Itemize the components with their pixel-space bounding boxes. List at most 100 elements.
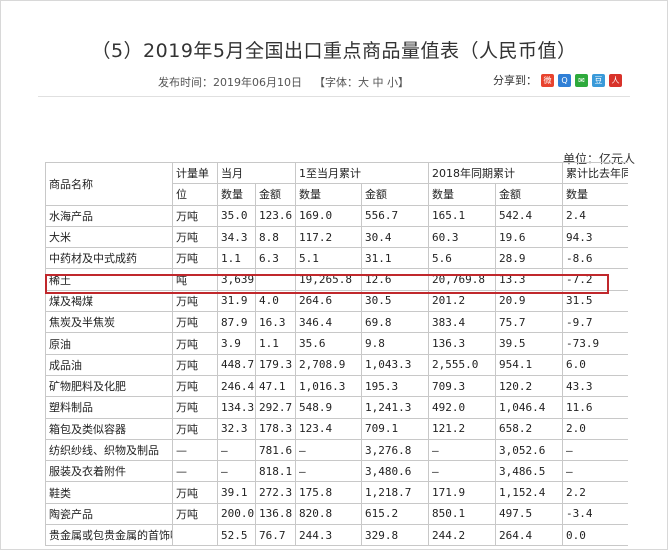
cell-cum-amt: 1,241.3 [361,396,429,419]
cell-month-qty: 87.9 [217,311,256,334]
publish-time: 发布时间：2019年06月10日 [158,76,302,89]
cell-ly-qty: 60.3 [428,225,496,249]
cell-cum-qty: 5.1 [295,247,362,270]
cell-name: 水海产品 [45,204,173,227]
cell-yoy-qty: 43.3 [562,374,628,398]
header-month-amt: 金额 [255,183,296,206]
cell-ly-qty: 165.1 [428,204,496,227]
share-wechat-icon[interactable]: ✉ [575,73,588,87]
cell-yoy-qty: — [562,438,628,462]
cell-yoy-qty: 2.2 [562,481,628,504]
cell-unit: 万吨 [172,332,218,355]
cell-yoy-qty: -8.6 [562,247,628,270]
cell-month-qty: 448.7 [217,353,256,376]
table-row: 大米 万吨 34.3 8.8 117.2 30.4 60.3 19.6 94.3 [45,225,628,249]
cell-name: 焦炭及半焦炭 [45,311,173,334]
cell-ly-qty: — [428,460,496,483]
cell-name: 鞋类 [45,481,173,504]
cell-month-amt: 8.8 [255,225,296,249]
cell-month-qty: — [217,438,256,462]
header-cumulative: 1至当月累计 [295,162,429,185]
cell-cum-qty: 117.2 [295,225,362,249]
header-unit-bottom: 位 [172,183,218,206]
cell-unit [172,524,218,547]
table-row: 陶瓷产品 万吨 200.0 136.8 820.8 615.2 850.1 497.5 -3.4 [45,502,628,526]
cell-month-amt: 179.3 [255,353,296,376]
cell-name: 陶瓷产品 [45,502,173,526]
cell-cum-qty: 820.8 [295,502,362,526]
cell-unit: 万吨 [172,481,218,504]
cell-cum-qty: — [295,460,362,483]
cell-cum-qty: — [295,438,362,462]
cell-month-amt: 76.7 [255,524,296,547]
header-ly-amt: 金额 [495,183,563,206]
cell-unit: 万吨 [172,225,218,249]
cell-cum-qty: 175.8 [295,481,362,504]
cell-month-amt: 136.8 [255,502,296,526]
table-row: 贵金属或包贵金属的首饰吨 52.5 76.7 244.3 329.8 244.2 264.4… [45,524,628,547]
cell-yoy-qty: 6.0 [562,353,628,376]
cell-ly-amt: 1,152.4 [495,481,563,504]
table-row: 服装及衣着附件 — —818.1—3,480.6—3,486.5— [45,460,628,483]
header-yoy-qty: 数量 [562,183,628,206]
cell-cum-qty: 264.6 [295,289,362,313]
share-label: 分享到： [493,74,537,87]
cell-ly-amt: 28.9 [495,247,563,270]
cell-month-qty: 35.0 [217,204,256,227]
share-qzone-icon[interactable]: Q [558,73,571,87]
cell-unit: 万吨 [172,353,218,376]
font-size-selector[interactable]: 【字体：大 中 小】 [314,74,409,90]
cell-month-amt: 6.3 [255,247,296,270]
cell-yoy-qty: 2.0 [562,417,628,440]
cell-ly-qty: 201.2 [428,289,496,313]
header-last-year: 2018年同期累计 [428,162,563,185]
cell-cum-amt: 31.1 [361,247,429,270]
cell-unit: — [172,460,218,483]
cell-month-qty: 34.3 [217,225,256,249]
cell-ly-amt: 1,046.4 [495,396,563,419]
cell-ly-qty: 20,769.8 [428,268,496,291]
cell-ly-amt: 75.7 [495,311,563,334]
cell-ly-qty: — [428,438,496,462]
cell-month-qty: 134.3 [217,396,256,419]
cell-cum-qty: 35.6 [295,332,362,355]
share-weibo-icon[interactable]: 微 [541,73,554,87]
cell-yoy-qty: 11.6 [562,396,628,419]
cell-cum-amt: 615.2 [361,502,429,526]
share-icons: 微 Q ✉ 豆人 [541,73,622,87]
cell-ly-amt: 19.6 [495,225,563,249]
table-row: 原油 万吨 3.9 1.1 35.6 9.8 136.3 39.5 -73.9 [45,332,628,355]
cell-ly-qty: 121.2 [428,417,496,440]
header-cum-amt: 金额 [361,183,429,206]
cell-cum-qty: 244.3 [295,524,362,547]
cell-unit: 万吨 [172,247,218,270]
cell-cum-qty: 548.9 [295,396,362,419]
table-row: 水海产品 万吨 35.0 123.6 169.0 556.7 165.1 542.4 2.4 [45,204,628,227]
cell-ly-qty: 244.2 [428,524,496,547]
cell-ly-qty: 171.9 [428,481,496,504]
cell-ly-qty: 2,555.0 [428,353,496,376]
cell-name: 原油 [45,332,173,355]
header-month: 当月 [217,162,296,185]
cell-cum-qty: 123.4 [295,417,362,440]
cell-yoy-qty: -3.4 [562,502,628,526]
cell-cum-amt: 9.8 [361,332,429,355]
cell-month-qty: 32.3 [217,417,256,440]
cell-cum-amt: 30.5 [361,289,429,313]
share-douban-icon[interactable]: 豆 [592,73,605,87]
header-divider [38,96,630,97]
cell-cum-amt: 1,043.3 [361,353,429,376]
header-unit-top: 计量单 [172,162,218,185]
cell-month-amt: 272.3 [255,481,296,504]
cell-unit: 万吨 [172,502,218,526]
share-renren-icon[interactable]: 人 [609,73,622,87]
cell-ly-amt: 497.5 [495,502,563,526]
cell-ly-amt: 3,486.5 [495,460,563,483]
cell-month-amt: 292.7 [255,396,296,419]
table-row: 稀土吨3,639.52.4 19,265.812.620,769.813.3-7.… [45,268,628,291]
cell-ly-amt: 264.4 [495,524,563,547]
cell-ly-amt: 658.2 [495,417,563,440]
cell-unit: 吨 [172,268,218,291]
cell-name: 塑料制品 [45,396,173,419]
cell-ly-qty: 850.1 [428,502,496,526]
